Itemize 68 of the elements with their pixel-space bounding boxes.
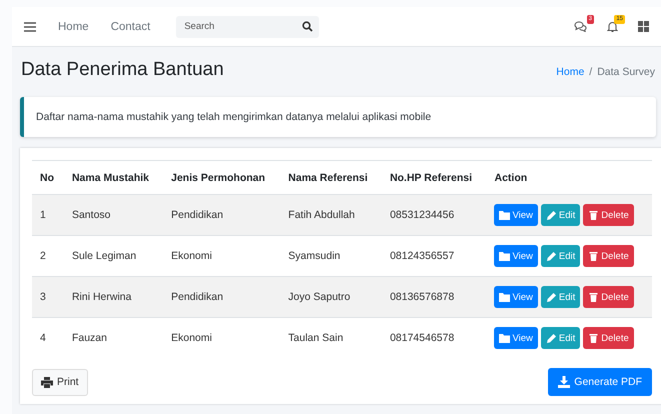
edit-button[interactable]: Edit (540, 286, 580, 308)
delete-button[interactable]: Delete (583, 204, 634, 226)
bell-icon[interactable] (607, 20, 618, 32)
trash-icon (588, 210, 600, 220)
pencil-icon (546, 332, 557, 344)
menu-icon[interactable] (24, 22, 36, 32)
table-cell: 1 (40, 209, 46, 221)
table-cell: Taulan Sain (288, 332, 344, 344)
generate-pdf-button[interactable]: Generate PDF (548, 368, 652, 396)
column-header: No (40, 172, 54, 184)
table-cell: Fauzan (72, 332, 107, 344)
table-cell: 2 (40, 250, 46, 262)
trash-icon (588, 292, 600, 302)
edit-button[interactable]: Edit (540, 204, 580, 226)
printer-icon (41, 376, 53, 388)
delete-button[interactable]: Delete (583, 286, 634, 308)
download-icon (558, 376, 570, 388)
table-cell: Fatih Abdullah (288, 209, 355, 221)
view-button[interactable]: View (494, 286, 538, 308)
print-button[interactable]: Print (32, 368, 88, 396)
search-field[interactable]: Search (176, 16, 320, 38)
table-cell: Ekonomi (171, 250, 212, 262)
column-header: Action (494, 172, 528, 184)
table-cell: 08136576878 (390, 291, 454, 303)
delete-button[interactable]: Delete (583, 245, 634, 267)
column-header: Nama Referensi (288, 172, 368, 184)
table-cell: Rini Herwina (72, 291, 132, 303)
table-cell: Sule Legiman (72, 250, 136, 262)
page-title: Data Penerima Bantuan (21, 59, 224, 81)
edit-button[interactable]: Edit (540, 245, 580, 267)
table-cell: 3 (40, 291, 46, 303)
column-header: Nama Mustahik (72, 172, 149, 184)
pencil-icon (546, 210, 557, 220)
grid-icon[interactable] (638, 21, 649, 32)
breadcrumb-link[interactable]: Home (556, 66, 584, 78)
folder-icon (499, 292, 510, 302)
pencil-icon (546, 292, 557, 302)
search-input[interactable]: Search (182, 20, 302, 33)
table-cell: Pendidikan (171, 209, 224, 221)
table-cell: Syamsudin (288, 250, 340, 262)
breadcrumb-separator: / (589, 66, 592, 78)
chat-icon[interactable] (574, 21, 587, 32)
nav-link[interactable]: Home (58, 20, 89, 32)
pencil-icon (546, 250, 557, 262)
edit-button[interactable]: Edit (540, 327, 580, 349)
table-cell: 08124356557 (390, 250, 454, 262)
delete-button[interactable]: Delete (583, 327, 634, 349)
nav-link[interactable]: Contact (110, 20, 150, 32)
folder-icon (499, 210, 510, 220)
column-header: Jenis Permohonan (171, 172, 266, 184)
table-cell: 08531234456 (390, 209, 454, 221)
breadcrumb-current: Data Survey (597, 66, 655, 78)
view-button[interactable]: View (494, 245, 538, 267)
view-button[interactable]: View (494, 204, 538, 226)
trash-icon (588, 332, 600, 344)
table-cell: 4 (40, 332, 46, 344)
table-cell: Santoso (72, 209, 110, 221)
table-cell: Ekonomi (171, 332, 212, 344)
table-cell: Pendidikan (171, 291, 224, 303)
search-icon[interactable] (302, 21, 314, 32)
view-button[interactable]: View (494, 327, 538, 349)
info-callout: Daftar nama-nama mustahik yang telah mengirimkan datanya melalui aplikasi mobile (20, 97, 656, 137)
trash-icon (588, 250, 600, 262)
table-cell: Joyo Saputro (288, 291, 350, 303)
table-cell: 08174546578 (390, 332, 454, 344)
folder-icon (499, 250, 510, 262)
folder-icon (499, 332, 510, 344)
column-header: No.HP Referensi (390, 172, 472, 184)
